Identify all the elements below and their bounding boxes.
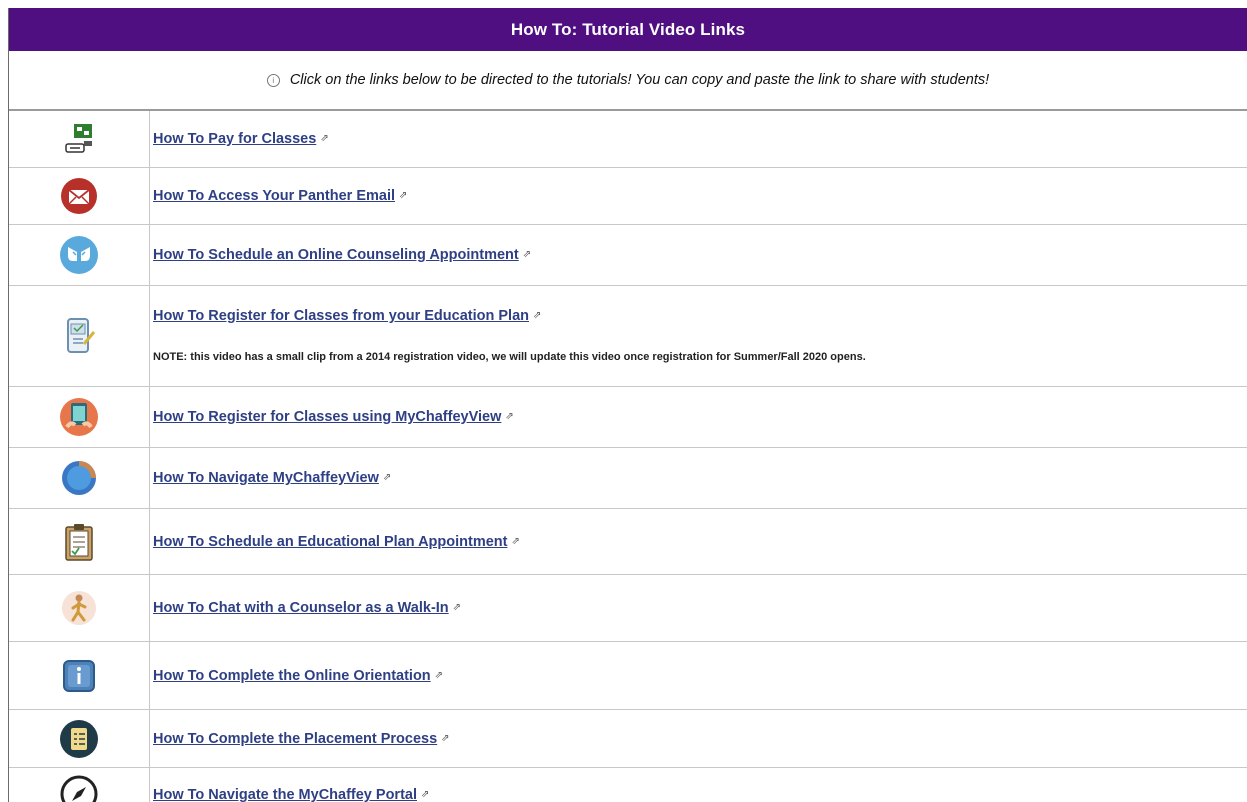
table-row: How To Register for Classes from your Ed… bbox=[9, 286, 1247, 387]
table-row: How To Pay for Classes ⇗ bbox=[9, 111, 1247, 168]
external-link-icon: ⇗ bbox=[421, 789, 430, 801]
table-row: How To Schedule an Online Counseling App… bbox=[9, 225, 1247, 286]
table-title: How To: Tutorial Video Links bbox=[510, 19, 746, 39]
education-plan-icon bbox=[9, 286, 150, 386]
external-link-icon: ⇗ bbox=[320, 133, 329, 145]
walking-person-icon bbox=[9, 575, 150, 641]
tutorial-link[interactable]: How To Schedule an Educational Plan Appo… bbox=[153, 534, 507, 550]
tutorial-link[interactable]: How To Navigate the MyChaffey Portal bbox=[153, 787, 417, 802]
table-row: How To Navigate the MyChaffey Portal ⇗ bbox=[9, 768, 1247, 802]
info-banner: i Click on the links below to be directe… bbox=[9, 51, 1247, 111]
external-link-icon: ⇗ bbox=[434, 669, 444, 681]
email-icon bbox=[9, 168, 150, 224]
tutorial-table: How To: Tutorial Video Links i Click on … bbox=[8, 8, 1247, 802]
tutorial-link[interactable]: How To Complete the Online Orientation bbox=[153, 668, 431, 684]
table-row: How To Chat with a Counselor as a Walk-I… bbox=[9, 575, 1247, 642]
external-link-icon: ⇗ bbox=[399, 190, 408, 202]
table-row: How To Complete the Placement Process ⇗ bbox=[9, 710, 1247, 768]
tutorial-link[interactable]: How To Pay for Classes bbox=[153, 131, 316, 147]
tutorial-link[interactable]: How To Chat with a Counselor as a Walk-I… bbox=[153, 600, 449, 616]
tutorial-link[interactable]: How To Access Your Panther Email bbox=[153, 188, 395, 204]
tutorial-link[interactable]: How To Navigate MyChaffeyView bbox=[153, 470, 379, 486]
table-row: How To Complete the Online Orientation ⇗ bbox=[9, 642, 1247, 710]
external-link-icon: ⇗ bbox=[511, 535, 520, 547]
tutorial-link[interactable]: How To Register for Classes using MyChaf… bbox=[153, 409, 501, 425]
table-row: How To Navigate MyChaffeyView ⇗ bbox=[9, 448, 1247, 509]
external-link-icon: ⇗ bbox=[382, 472, 392, 484]
table-header: How To: Tutorial Video Links bbox=[9, 8, 1247, 51]
tutorial-link[interactable]: How To Register for Classes from your Ed… bbox=[153, 308, 529, 324]
row-note: NOTE: this video has a small clip from a… bbox=[153, 351, 866, 363]
tutorial-link[interactable]: How To Complete the Placement Process bbox=[153, 731, 437, 747]
info-icon bbox=[9, 642, 150, 709]
checklist-icon bbox=[9, 710, 150, 767]
compass-icon bbox=[9, 448, 150, 508]
external-link-icon: ⇗ bbox=[505, 411, 514, 423]
info-circle-icon: i bbox=[266, 73, 280, 87]
tutorial-link[interactable]: How To Schedule an Online Counseling App… bbox=[153, 247, 519, 263]
info-text: Click on the links below to be directed … bbox=[289, 72, 990, 88]
external-link-icon: ⇗ bbox=[522, 249, 532, 261]
external-link-icon: ⇗ bbox=[452, 602, 462, 614]
clipboard-icon bbox=[9, 509, 150, 574]
counseling-icon bbox=[9, 225, 150, 285]
external-link-icon: ⇗ bbox=[441, 732, 450, 744]
external-link-icon: ⇗ bbox=[533, 310, 542, 322]
table-row: How To Access Your Panther Email ⇗ bbox=[9, 168, 1247, 225]
tablet-icon bbox=[9, 387, 150, 447]
pay-classes-icon bbox=[9, 111, 150, 167]
portal-compass-icon bbox=[9, 768, 150, 802]
table-row: How To Register for Classes using MyChaf… bbox=[9, 387, 1247, 448]
table-row: How To Schedule an Educational Plan Appo… bbox=[9, 509, 1247, 575]
